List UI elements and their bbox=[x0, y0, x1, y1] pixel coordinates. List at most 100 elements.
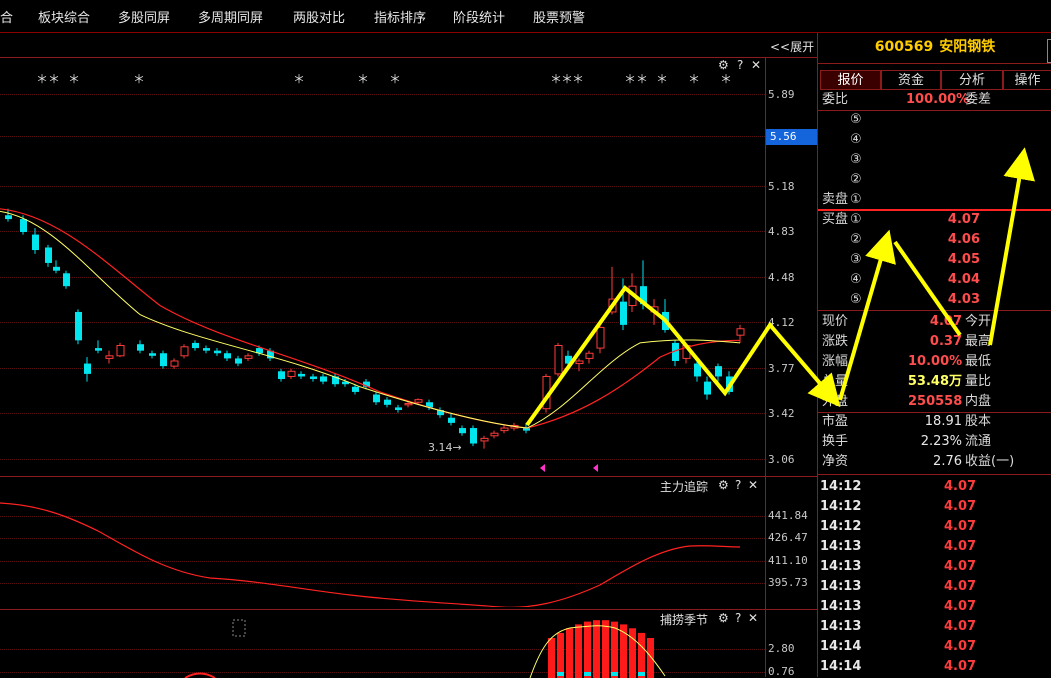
menu-item-stock-alert[interactable]: 股票预警 bbox=[533, 7, 585, 26]
candlestick bbox=[224, 351, 231, 361]
tick-price: 4.07 bbox=[944, 557, 976, 577]
tick-row: 14:144.07 bbox=[818, 657, 1051, 677]
tick-time: 14:12 bbox=[820, 517, 861, 537]
price-axis-label: 3.42 bbox=[768, 407, 795, 420]
buy-price-2: 4.06 bbox=[928, 230, 980, 250]
candlestick bbox=[694, 361, 701, 382]
scroll-handle[interactable] bbox=[1047, 39, 1051, 63]
candlestick bbox=[203, 346, 210, 354]
season-bar bbox=[566, 628, 573, 678]
candlestick bbox=[405, 402, 412, 407]
price-axis-label: 4.83 bbox=[768, 225, 795, 238]
tick-price: 4.07 bbox=[944, 617, 976, 637]
buy-level-3: ③ bbox=[850, 250, 862, 270]
candlestick bbox=[63, 271, 70, 289]
buy-label: 买盘 bbox=[822, 210, 848, 230]
candlestick bbox=[715, 364, 722, 382]
tab-analysis[interactable]: 分析 bbox=[941, 70, 1003, 90]
dashed-box bbox=[233, 620, 245, 636]
candlestick bbox=[491, 431, 498, 439]
candlestick bbox=[181, 344, 188, 358]
weibi-value: 100.00% bbox=[906, 90, 962, 110]
tab-operate[interactable]: 操作 bbox=[1003, 70, 1051, 90]
tab-funds[interactable]: 资金 bbox=[881, 70, 941, 90]
tick-row: 14:13 4.07 bbox=[818, 617, 1051, 637]
season-bar-marker bbox=[584, 672, 591, 676]
price-axis-label: 5.89 bbox=[768, 88, 795, 101]
menu-item-partial[interactable]: 合 bbox=[0, 7, 13, 26]
tick-row: 14:12 4.07 bbox=[818, 517, 1051, 537]
candlestick bbox=[609, 267, 616, 315]
candlestick bbox=[640, 260, 647, 309]
season-bar bbox=[548, 638, 555, 678]
stat-label: 现价 bbox=[822, 312, 848, 332]
candlestick bbox=[672, 340, 679, 366]
menu-item-sector-overview[interactable]: 板块综合 bbox=[38, 7, 90, 26]
low-price-annotation: 3.14→ bbox=[428, 441, 462, 454]
stock-name: 安阳钢铁 bbox=[939, 39, 995, 55]
signal-marker bbox=[540, 464, 545, 472]
sell-level-5: ⑤ bbox=[850, 110, 862, 130]
tick-price: 4.07 bbox=[944, 577, 976, 597]
sell-label: 卖盘 bbox=[822, 190, 848, 210]
season-bar-marker bbox=[638, 672, 645, 676]
candlestick bbox=[597, 325, 604, 353]
candlestick bbox=[470, 425, 477, 446]
tick-time: 14:13 bbox=[820, 617, 861, 637]
candlestick bbox=[95, 340, 102, 353]
candlestick bbox=[651, 299, 658, 325]
price-axis-label: 5.18 bbox=[768, 180, 795, 193]
candlestick bbox=[373, 392, 380, 405]
candlestick bbox=[620, 278, 627, 330]
weibi-row: 委比 100.00% 委差 bbox=[818, 90, 1051, 110]
candlestick bbox=[586, 351, 593, 364]
season-bar bbox=[647, 638, 654, 678]
fund-row: 市盈 18.91 股本 bbox=[818, 412, 1051, 432]
candlestick bbox=[160, 351, 167, 369]
buy-level-5: ⑤ bbox=[850, 290, 862, 310]
divider bbox=[818, 310, 1051, 311]
candlestick bbox=[235, 356, 242, 366]
menu-item-period-stats[interactable]: 阶段统计 bbox=[453, 7, 505, 26]
indicator2-chart bbox=[0, 610, 765, 678]
menu-item-multi-period[interactable]: 多周期同屏 bbox=[198, 7, 263, 26]
indicator1-axis-label: 411.10 bbox=[768, 554, 808, 567]
tick-row: 14:144.07 bbox=[818, 637, 1051, 657]
candlestick bbox=[576, 358, 583, 371]
candlestick bbox=[171, 358, 178, 368]
tick-time: 14:12 bbox=[820, 497, 861, 517]
sell-level-3: ③ bbox=[850, 150, 862, 170]
candlestick bbox=[84, 357, 91, 382]
tab-quote[interactable]: 报价 bbox=[820, 70, 881, 90]
tick-time: 14:14 bbox=[820, 637, 861, 657]
menu-item-multi-stock[interactable]: 多股同屏 bbox=[118, 7, 170, 26]
tick-price: 4.07 bbox=[944, 517, 976, 537]
sell-level-1: ① bbox=[850, 190, 862, 210]
menu-item-compare[interactable]: 两股对比 bbox=[293, 7, 345, 26]
stat-row: 现价 4.07 今开 bbox=[818, 312, 1051, 332]
stat-row: 总量 53.48万 量比 bbox=[818, 372, 1051, 392]
tick-row: 14:134.07 bbox=[818, 597, 1051, 617]
candlestick bbox=[395, 405, 402, 413]
stat-row: 涨跌 0.37 最高 bbox=[818, 332, 1051, 352]
indicator1-axis-label: 441.84 bbox=[768, 509, 808, 522]
stat-label-2: 量比 bbox=[965, 372, 991, 392]
candlestick bbox=[75, 309, 82, 344]
season-bar bbox=[593, 620, 600, 678]
indicator2-axis-label: 0.76 bbox=[768, 665, 795, 678]
fund-row: 净资 2.76 收益(一) bbox=[818, 452, 1051, 472]
menu-item-indicator-sort[interactable]: 指标排序 bbox=[374, 7, 426, 26]
candlestick bbox=[320, 374, 327, 384]
price-axis-label: 4.12 bbox=[768, 316, 795, 329]
stat-label-2: 最低 bbox=[965, 352, 991, 372]
stat-value: 4.07 bbox=[908, 312, 962, 332]
main-force-line bbox=[0, 503, 740, 607]
expand-button[interactable]: <<展开 bbox=[770, 38, 814, 55]
indicator2-axis-label: 2.80 bbox=[768, 642, 795, 655]
candlestick bbox=[437, 407, 444, 417]
fund-label: 净资 bbox=[822, 452, 848, 472]
stat-label: 涨幅 bbox=[822, 352, 848, 372]
fund-value: 18.91 bbox=[908, 412, 962, 432]
tick-time: 14:12 bbox=[820, 477, 861, 497]
weicha-label: 委差 bbox=[965, 90, 991, 110]
